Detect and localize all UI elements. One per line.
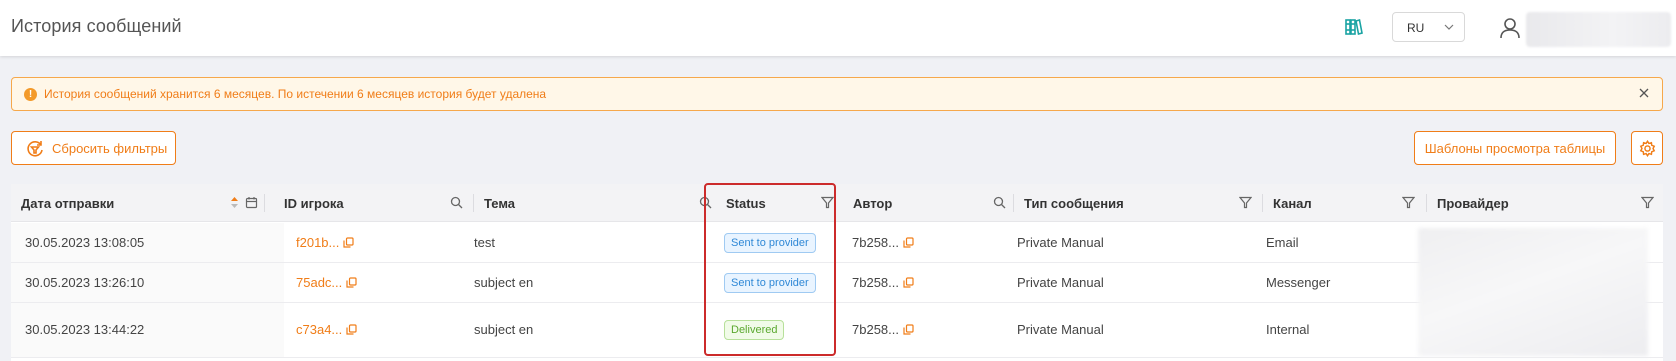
close-icon[interactable] xyxy=(1638,87,1650,99)
player-id-cell[interactable]: f201b... xyxy=(296,235,354,250)
filter-icon[interactable] xyxy=(821,196,834,209)
calendar-icon[interactable] xyxy=(245,196,258,209)
books-icon[interactable] xyxy=(1345,18,1363,36)
user-icon[interactable] xyxy=(1499,17,1521,39)
retention-alert: ! История сообщений хранится 6 месяцев. … xyxy=(11,77,1663,111)
table-row[interactable]: 30.05.2023 13:44:22 c73a4... subject en … xyxy=(11,303,1663,358)
channel-cell: Email xyxy=(1266,235,1299,250)
table-row[interactable]: 30.05.2023 13:08:05 f201b... test Sent t… xyxy=(11,223,1663,263)
provider-column-blurred xyxy=(1418,228,1648,356)
author-cell[interactable]: 7b258... xyxy=(852,275,914,290)
user-name-blurred[interactable] xyxy=(1526,12,1671,47)
subject-cell: subject en xyxy=(474,275,534,290)
status-badge: Sent to provider xyxy=(724,273,816,293)
player-id-link[interactable]: f201b... xyxy=(296,235,339,250)
player-id-cell[interactable]: c73a4... xyxy=(296,322,357,337)
date-cell: 30.05.2023 13:08:05 xyxy=(25,235,145,250)
author-value: 7b258... xyxy=(852,275,899,290)
language-value: RU xyxy=(1407,21,1425,35)
table-row[interactable]: 30.05.2023 13:26:10 75adc... subject en … xyxy=(11,263,1663,303)
column-author[interactable]: Автор xyxy=(843,184,1014,222)
column-player-id-label: ID игрока xyxy=(284,196,344,211)
filter-icon[interactable] xyxy=(1239,196,1252,209)
search-icon[interactable] xyxy=(699,196,712,209)
column-provider[interactable]: Провайдер xyxy=(1427,184,1663,222)
column-date-label: Дата отправки xyxy=(21,196,115,211)
table-templates-button[interactable]: Шаблоны просмотра таблицы xyxy=(1414,131,1616,165)
copy-icon[interactable] xyxy=(343,237,354,248)
channel-cell: Internal xyxy=(1266,322,1310,337)
channel-cell: Messenger xyxy=(1266,275,1331,290)
table-settings-button[interactable] xyxy=(1631,131,1663,165)
chevron-down-icon xyxy=(1444,24,1454,30)
column-subject[interactable]: Тема xyxy=(474,184,716,222)
column-status-label: Status xyxy=(726,196,766,211)
column-message-type-label: Тип сообщения xyxy=(1024,196,1124,211)
message-type-cell: Private Manual xyxy=(1017,235,1104,250)
copy-icon[interactable] xyxy=(903,324,914,335)
column-message-type[interactable]: Тип сообщения xyxy=(1014,184,1263,222)
player-id-cell[interactable]: 75adc... xyxy=(296,275,357,290)
search-icon[interactable] xyxy=(993,196,1006,209)
filter-icon[interactable] xyxy=(1641,196,1654,209)
status-badge: Sent to provider xyxy=(724,233,816,253)
filter-icon[interactable] xyxy=(1402,196,1415,209)
date-cell: 30.05.2023 13:44:22 xyxy=(25,322,145,337)
date-cell: 30.05.2023 13:26:10 xyxy=(25,275,145,290)
warning-icon: ! xyxy=(24,88,37,101)
author-value: 7b258... xyxy=(852,322,899,337)
table-header: Дата отправки ID игрока Тема Status Авто… xyxy=(11,184,1663,222)
player-id-link[interactable]: c73a4... xyxy=(296,322,342,337)
copy-icon[interactable] xyxy=(903,237,914,248)
column-player-id[interactable]: ID игрока xyxy=(274,184,474,222)
reset-filters-label: Сбросить фильтры xyxy=(52,141,168,156)
message-type-cell: Private Manual xyxy=(1017,322,1104,337)
reset-filter-icon xyxy=(27,141,43,157)
subject-cell: test xyxy=(474,235,495,250)
messages-table: Дата отправки ID игрока Тема Status Авто… xyxy=(11,184,1663,361)
column-status[interactable]: Status xyxy=(716,184,840,222)
author-value: 7b258... xyxy=(852,235,899,250)
gear-icon xyxy=(1639,140,1656,157)
column-channel-label: Канал xyxy=(1273,196,1312,211)
column-author-label: Автор xyxy=(853,196,893,211)
column-subject-label: Тема xyxy=(484,196,516,211)
status-badge: Delivered xyxy=(724,320,785,340)
language-select[interactable]: RU xyxy=(1392,12,1465,42)
column-separator xyxy=(264,194,265,212)
search-icon[interactable] xyxy=(450,196,463,209)
subject-cell: subject en xyxy=(474,322,534,337)
column-date[interactable]: Дата отправки xyxy=(11,184,265,222)
copy-icon[interactable] xyxy=(903,277,914,288)
alert-text: История сообщений хранится 6 месяцев. По… xyxy=(44,87,547,101)
player-id-link[interactable]: 75adc... xyxy=(296,275,342,290)
message-type-cell: Private Manual xyxy=(1017,275,1104,290)
column-provider-label: Провайдер xyxy=(1437,196,1509,211)
sort-icon[interactable] xyxy=(228,196,241,209)
top-bar: История сообщений RU xyxy=(0,0,1676,56)
author-cell[interactable]: 7b258... xyxy=(852,235,914,250)
copy-icon[interactable] xyxy=(346,324,357,335)
reset-filters-button[interactable]: Сбросить фильтры xyxy=(11,131,176,165)
author-cell[interactable]: 7b258... xyxy=(852,322,914,337)
copy-icon[interactable] xyxy=(346,277,357,288)
column-channel[interactable]: Канал xyxy=(1263,184,1427,222)
page-title: История сообщений xyxy=(11,16,182,36)
